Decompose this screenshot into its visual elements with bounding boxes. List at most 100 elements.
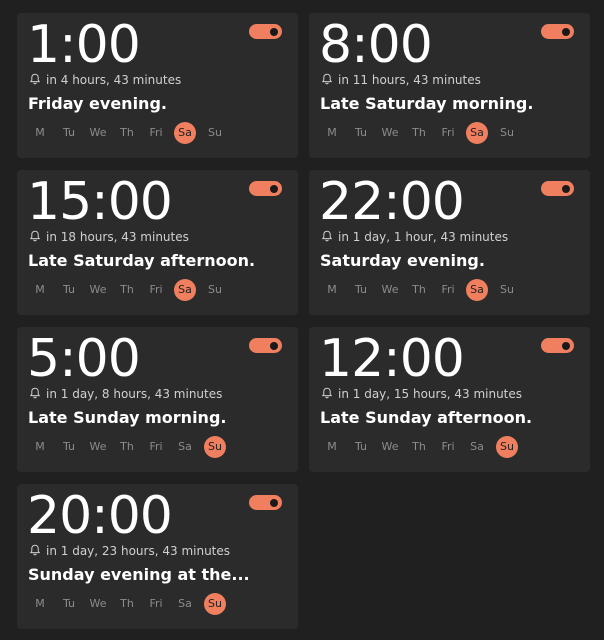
weekday-th: Th (412, 283, 426, 296)
weekday-fri: Fri (441, 440, 455, 453)
alarm-label: Late Sunday morning. (28, 408, 227, 427)
alarm-toggle[interactable] (541, 181, 574, 196)
weekday-tu: Tu (62, 283, 76, 296)
weekday-fri: Fri (441, 126, 455, 139)
alarm-toggle[interactable] (249, 181, 282, 196)
alarm-card[interactable]: 15:00 in 18 hours, 43 minutes Late Satur… (17, 170, 298, 315)
alarm-card[interactable]: 12:00 in 1 day, 15 hours, 43 minutes Lat… (309, 327, 590, 472)
toggle-knob (270, 341, 278, 350)
toggle-knob (270, 27, 278, 36)
bell-icon (29, 73, 41, 85)
weekday-tu: Tu (354, 126, 368, 139)
alarm-remaining: in 1 day, 23 hours, 43 minutes (29, 544, 230, 558)
alarm-remaining-text: in 1 day, 8 hours, 43 minutes (46, 387, 223, 401)
weekday-sa: Sa (174, 122, 196, 144)
alarm-toggle[interactable] (249, 495, 282, 510)
weekday-th: Th (412, 440, 426, 453)
alarm-card[interactable]: 22:00 in 1 day, 1 hour, 43 minutes Satur… (309, 170, 590, 315)
alarm-remaining: in 1 day, 1 hour, 43 minutes (321, 230, 508, 244)
weekday-su: Su (496, 436, 518, 458)
alarm-time: 12:00 (319, 329, 465, 389)
weekday-fri: Fri (149, 597, 163, 610)
toggle-knob (270, 498, 278, 507)
weekday-m: M (35, 126, 45, 139)
alarm-remaining-text: in 1 day, 23 hours, 43 minutes (46, 544, 231, 558)
weekday-su: Su (500, 126, 514, 139)
weekday-tu: Tu (62, 440, 76, 453)
alarm-toggle[interactable] (541, 338, 574, 353)
weekday-we: We (89, 440, 107, 453)
alarm-remaining: in 11 hours, 43 minutes (321, 73, 481, 87)
alarm-toggle[interactable] (249, 338, 282, 353)
alarm-label: Late Saturday morning. (320, 94, 534, 113)
bell-icon (321, 73, 333, 85)
alarm-time: 22:00 (319, 172, 465, 232)
bell-icon (29, 544, 41, 556)
alarm-label: Late Saturday afternoon. (28, 251, 256, 270)
alarm-remaining-text: in 4 hours, 43 minutes (46, 73, 182, 87)
alarm-label: Friday evening. (28, 94, 167, 113)
weekday-fri: Fri (149, 126, 163, 139)
alarm-label: Sunday evening at the... (28, 565, 250, 584)
weekday-fri: Fri (149, 440, 163, 453)
weekday-we: We (381, 283, 399, 296)
weekday-su: Su (500, 283, 514, 296)
toggle-knob (270, 184, 278, 193)
alarm-remaining-text: in 11 hours, 43 minutes (338, 73, 481, 87)
bell-icon (321, 387, 333, 399)
alarm-card[interactable]: 20:00 in 1 day, 23 hours, 43 minutes Sun… (17, 484, 298, 629)
weekday-m: M (327, 440, 337, 453)
alarm-remaining: in 4 hours, 43 minutes (29, 73, 181, 87)
alarm-toggle[interactable] (541, 24, 574, 39)
weekday-we: We (89, 283, 107, 296)
weekday-su: Su (208, 283, 222, 296)
weekday-fri: Fri (441, 283, 455, 296)
weekday-m: M (35, 440, 45, 453)
alarm-label: Saturday evening. (320, 251, 485, 270)
weekday-sa: Sa (466, 122, 488, 144)
alarm-time: 8:00 (319, 15, 433, 75)
alarm-time: 1:00 (27, 15, 141, 75)
alarm-remaining: in 1 day, 8 hours, 43 minutes (29, 387, 222, 401)
toggle-knob (562, 184, 570, 193)
weekday-fri: Fri (149, 283, 163, 296)
alarm-remaining-text: in 1 day, 15 hours, 43 minutes (338, 387, 523, 401)
alarm-remaining: in 1 day, 15 hours, 43 minutes (321, 387, 522, 401)
weekday-tu: Tu (62, 126, 76, 139)
alarm-card[interactable]: 1:00 in 4 hours, 43 minutes Friday eveni… (17, 13, 298, 158)
bell-icon (321, 230, 333, 242)
weekday-th: Th (120, 283, 134, 296)
alarm-time: 5:00 (27, 329, 141, 389)
alarm-card[interactable]: 5:00 in 1 day, 8 hours, 43 minutes Late … (17, 327, 298, 472)
toggle-knob (562, 341, 570, 350)
alarm-time: 20:00 (27, 486, 173, 546)
weekday-tu: Tu (354, 283, 368, 296)
weekday-th: Th (120, 126, 134, 139)
alarm-toggle[interactable] (249, 24, 282, 39)
weekday-th: Th (120, 440, 134, 453)
alarm-time: 15:00 (27, 172, 173, 232)
weekday-m: M (35, 597, 45, 610)
weekday-m: M (327, 283, 337, 296)
weekday-th: Th (120, 597, 134, 610)
weekday-we: We (381, 126, 399, 139)
bell-icon (29, 387, 41, 399)
weekday-sa: Sa (466, 279, 488, 301)
weekday-m: M (35, 283, 45, 296)
weekday-sa: Sa (178, 597, 192, 610)
weekday-sa: Sa (470, 440, 484, 453)
weekday-su: Su (204, 436, 226, 458)
weekday-we: We (89, 597, 107, 610)
weekday-we: We (89, 126, 107, 139)
weekday-m: M (327, 126, 337, 139)
weekday-tu: Tu (354, 440, 368, 453)
weekday-we: We (381, 440, 399, 453)
alarm-remaining-text: in 18 hours, 43 minutes (46, 230, 189, 244)
weekday-sa: Sa (178, 440, 192, 453)
weekday-sa: Sa (174, 279, 196, 301)
toggle-knob (562, 27, 570, 36)
weekday-su: Su (208, 126, 222, 139)
alarm-card[interactable]: 8:00 in 11 hours, 43 minutes Late Saturd… (309, 13, 590, 158)
alarm-grid: 1:00 in 4 hours, 43 minutes Friday eveni… (0, 0, 604, 640)
alarm-label: Late Sunday afternoon. (320, 408, 533, 427)
